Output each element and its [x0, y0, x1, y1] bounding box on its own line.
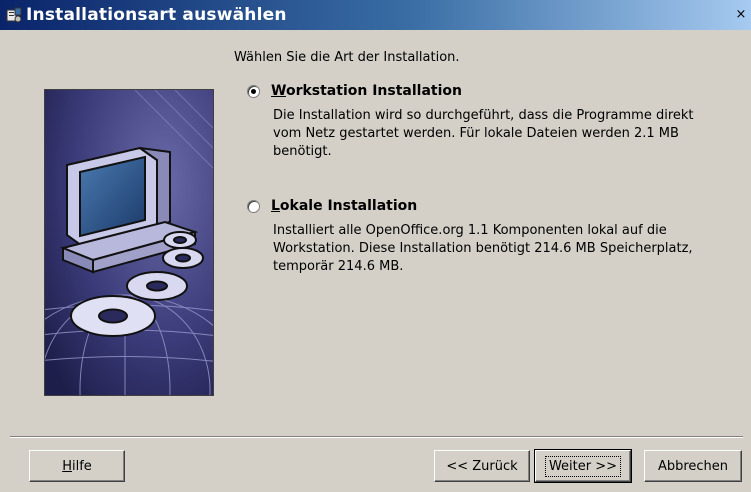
workstation-description-line: benötigt.	[273, 144, 332, 159]
workstation-label-mnemonic: W	[271, 83, 286, 99]
workstation-label[interactable]: Workstation Installation	[271, 83, 462, 99]
help-button[interactable]: Hilfe	[29, 450, 125, 482]
close-button[interactable]: ×	[734, 8, 748, 22]
local-description: Installiert alle OpenOffice.org 1.1 Komp…	[273, 222, 743, 276]
local-description-line: temporär 214.6 MB.	[273, 259, 404, 274]
local-description-line: Installiert alle OpenOffice.org 1.1 Komp…	[273, 223, 667, 238]
workstation-label-text: orkstation Installation	[285, 83, 462, 99]
next-button[interactable]: Weiter >>	[534, 449, 632, 483]
title-bar: Installationsart auswählen ×	[0, 0, 751, 30]
workstation-description-line: Die Installation wird so durchgeführt, d…	[273, 108, 694, 123]
help-mnemonic: H	[62, 458, 72, 474]
local-description-line: Workstation. Diese Installation benötigt…	[273, 241, 693, 256]
workstation-description: Die Installation wird so durchgeführt, d…	[273, 107, 743, 161]
window-title: Installationsart auswählen	[26, 5, 287, 25]
local-radio[interactable]	[247, 200, 260, 213]
intro-text: Wählen Sie die Art der Installation.	[234, 50, 460, 65]
help-label: ilfe	[71, 458, 92, 474]
next-label: Weiter >>	[544, 455, 622, 477]
local-label-mnemonic: L	[271, 198, 280, 214]
cancel-button[interactable]: Abbrechen	[644, 450, 742, 482]
local-label[interactable]: Lokale Installation	[271, 198, 417, 214]
setup-icon	[6, 7, 22, 23]
button-separator	[10, 436, 743, 438]
workstation-radio[interactable]	[247, 85, 260, 98]
local-label-text: okale Installation	[279, 198, 418, 214]
installation-illustration	[4, 89, 246, 486]
workstation-description-line: vom Netz gestartet werden. Für lokale Da…	[273, 126, 679, 141]
computer-disc-illustration	[4, 89, 246, 486]
back-button[interactable]: << Zurück	[434, 450, 530, 482]
